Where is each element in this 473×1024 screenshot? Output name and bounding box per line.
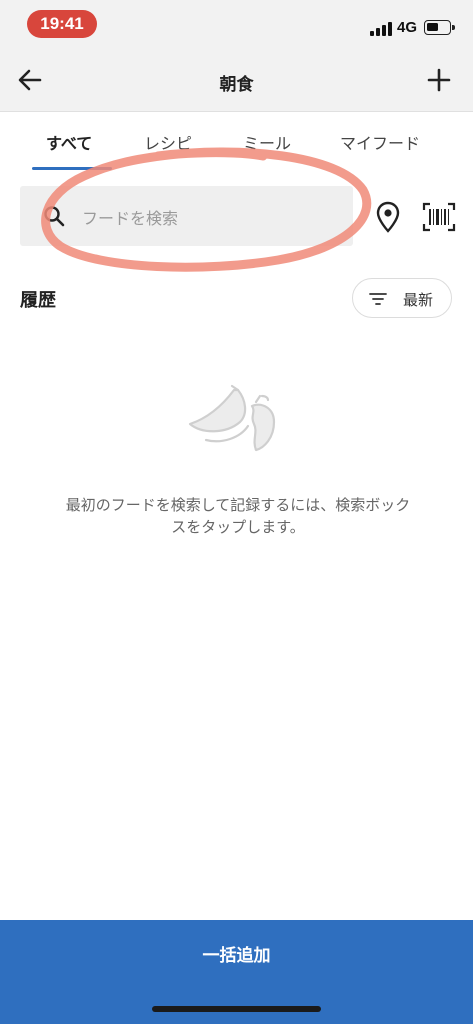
home-indicator xyxy=(152,1006,321,1012)
sort-label: 最新 xyxy=(403,291,434,309)
network-type: 4G xyxy=(397,19,418,36)
search-input[interactable]: フードを検索 xyxy=(20,186,353,246)
food-illustration-icon xyxy=(188,384,276,452)
history-title: 履歴 xyxy=(20,290,56,311)
tab-all[interactable]: すべて xyxy=(46,130,92,154)
barcode-scan-button[interactable] xyxy=(422,202,456,232)
tab-bar: すべて レシピ ミール マイフード xyxy=(0,112,473,170)
sort-icon xyxy=(369,293,387,305)
empty-state-message: 最初のフードを検索して記録するには、検索ボックスをタップします。 xyxy=(65,496,411,536)
tab-my-foods[interactable]: マイフード xyxy=(340,130,420,154)
sort-button[interactable]: 最新 xyxy=(352,278,452,318)
active-tab-indicator xyxy=(32,167,112,170)
add-button[interactable] xyxy=(423,64,455,96)
status-time: 19:41 xyxy=(27,10,97,38)
barcode-icon xyxy=(422,202,456,232)
tab-recipes[interactable]: レシピ xyxy=(144,130,192,154)
location-button[interactable] xyxy=(374,201,402,233)
search-icon xyxy=(44,206,65,227)
status-bar: 19:41 4G xyxy=(0,0,473,48)
location-pin-icon xyxy=(376,201,400,233)
tab-meals[interactable]: ミール xyxy=(243,130,291,154)
bulk-add-button[interactable]: 一括追加 xyxy=(0,920,473,1024)
header: 朝食 xyxy=(0,48,473,112)
bulk-add-label: 一括追加 xyxy=(202,946,271,966)
page-title: 朝食 xyxy=(219,75,254,95)
battery-icon xyxy=(424,20,455,35)
signal-icon xyxy=(370,22,392,36)
search-placeholder: フードを検索 xyxy=(82,209,179,228)
plus-icon xyxy=(427,68,451,92)
